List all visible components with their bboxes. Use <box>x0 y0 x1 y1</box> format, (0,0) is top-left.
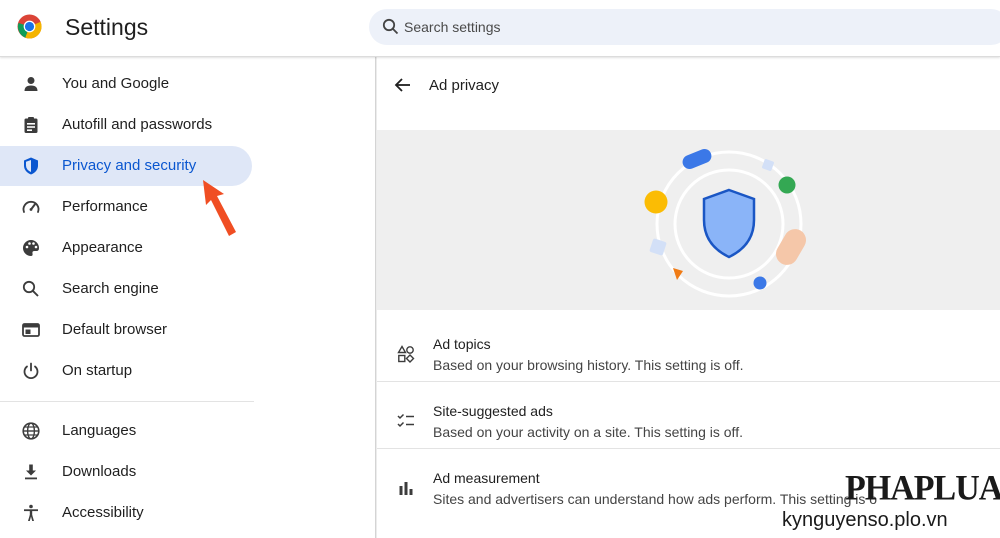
annotation-arrow <box>203 180 236 236</box>
speedometer-icon <box>22 200 40 213</box>
watermark-logo: PHAPLUAT <box>845 469 1000 508</box>
sidebar-item-label: Downloads <box>62 463 137 480</box>
clipboard-icon <box>24 117 38 133</box>
sidebar-item-languages[interactable]: Languages <box>0 411 252 451</box>
sidebar-item-accessibility[interactable]: Accessibility <box>0 493 252 533</box>
row-divider <box>377 381 1000 382</box>
sidebar-item-default-browser[interactable]: Default browser <box>0 310 252 350</box>
sidebar-item-label: On startup <box>62 362 133 379</box>
bar-chart-icon <box>399 482 413 495</box>
list-item-site-suggested-ads[interactable]: Site-suggested ads Based on your activit… <box>377 387 1000 453</box>
row-title: Ad measurement <box>433 470 540 486</box>
shapes-icon <box>397 345 415 363</box>
search-icon <box>22 280 39 297</box>
sidebar-item-label: You and Google <box>62 75 170 92</box>
palette-icon <box>23 240 39 256</box>
sidebar-item-label: Appearance <box>62 239 143 256</box>
row-subtitle: Based on your activity on a site. This s… <box>433 424 743 440</box>
search-icon <box>382 18 399 35</box>
sidebar-item-label: Default browser <box>62 321 168 338</box>
chrome-logo <box>17 14 42 39</box>
watermark-url: kynguyenso.plo.vn <box>782 509 948 531</box>
sidebar: You and Google Autofill and passwords Pr… <box>0 57 375 538</box>
sidebar-divider <box>0 401 254 402</box>
list-item-ad-topics[interactable]: Ad topics Based on your browsing history… <box>377 320 1000 386</box>
globe-icon <box>22 422 40 440</box>
shield-icon <box>24 157 38 175</box>
page-title: Ad privacy <box>429 77 500 94</box>
top-bar: Settings <box>0 0 1000 57</box>
row-subtitle: Sites and advertisers can understand how… <box>433 491 878 507</box>
sidebar-item-downloads[interactable]: Downloads <box>0 452 252 492</box>
main-panel: Ad privacy Ad topics Based on your brows… <box>377 57 1000 538</box>
sidebar-item-on-startup[interactable]: On startup <box>0 351 252 391</box>
row-title: Site-suggested ads <box>433 403 553 419</box>
browser-window-icon <box>22 323 40 337</box>
sidebar-item-label: Accessibility <box>62 504 144 521</box>
sidebar-item-label: Languages <box>62 422 137 439</box>
row-subtitle: Based on your browsing history. This set… <box>433 357 744 373</box>
checklist-icon <box>397 413 414 428</box>
row-divider <box>377 448 1000 449</box>
power-icon <box>23 362 39 380</box>
search-input[interactable] <box>404 9 964 45</box>
sidebar-item-you-and-google[interactable]: You and Google <box>0 64 252 104</box>
search-box[interactable] <box>369 9 1000 45</box>
back-arrow-icon[interactable] <box>393 75 413 95</box>
sidebar-item-search-engine[interactable]: Search engine <box>0 269 252 309</box>
sidebar-item-label: Search engine <box>62 280 159 297</box>
person-icon <box>24 77 38 91</box>
accessibility-icon <box>24 504 38 521</box>
ad-privacy-illustration <box>644 149 806 298</box>
sidebar-item-label: Performance <box>62 198 148 215</box>
row-title: Ad topics <box>433 336 491 352</box>
sidebar-item-autofill[interactable]: Autofill and passwords <box>0 105 252 145</box>
sidebar-item-label: Privacy and security <box>62 157 197 174</box>
download-icon <box>25 464 37 480</box>
app-title: Settings <box>65 14 149 40</box>
ad-privacy-banner <box>377 130 1000 310</box>
sidebar-item-label: Autofill and passwords <box>62 116 213 133</box>
